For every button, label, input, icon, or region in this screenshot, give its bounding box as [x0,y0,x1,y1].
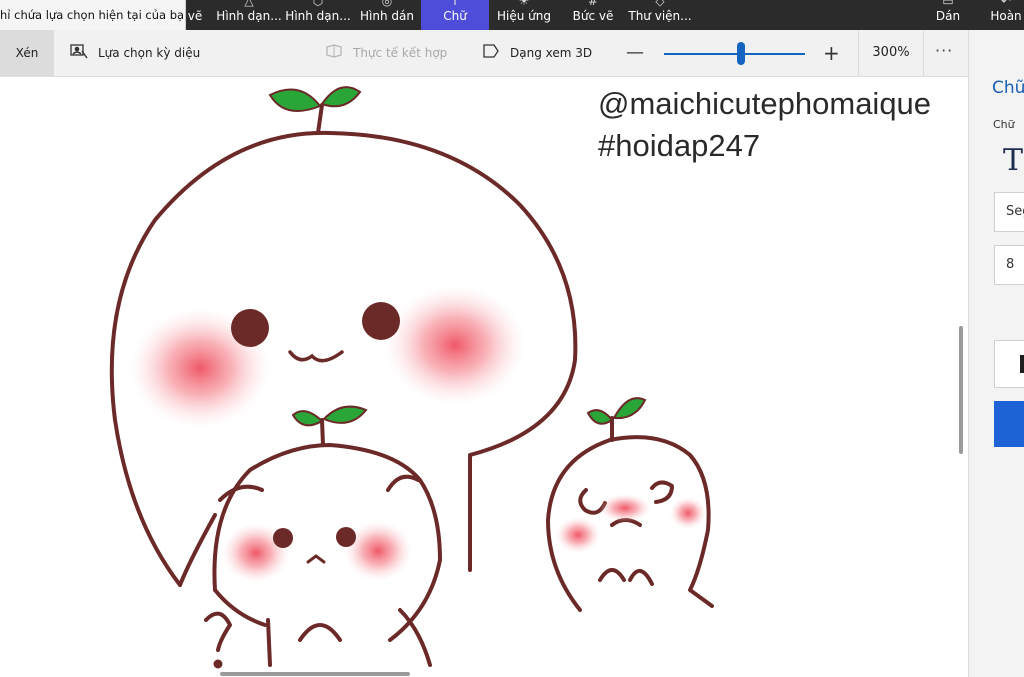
shape-2d-icon: △ [244,0,254,8]
tooltip: hỉ chứa lựa chọn hiện tại của bạn. [0,0,186,30]
menu-tab-label: Chữ [443,9,467,23]
font-family-dropdown[interactable]: Seg [994,192,1024,232]
undo-label: Hoàn [990,9,1022,23]
drawing-canvas[interactable]: @maichicutephomaique #hoidap247 [0,77,968,677]
menu-tab-label: Hình dạn... [285,9,351,23]
mixed-reality-label: Thực tế kết hợp [353,46,448,60]
watermark-username: @maichicutephomaique [598,86,932,121]
magic-select-icon [70,43,88,63]
panel-title: Chữ [992,78,1024,98]
menu-tab-label: Hiệu ứng [497,9,551,23]
zoom-out-button[interactable]: — [626,30,644,76]
menu-tab-label: Hình dán [360,9,414,23]
paste-label: Dán [935,9,961,23]
bold-button[interactable] [994,340,1024,388]
view-3d-button[interactable]: Dạng xem 3D [482,30,592,76]
vertical-scrollbar[interactable] [959,326,963,454]
panel-section-label: Chữ [993,118,1015,131]
sprout-big [268,86,362,113]
magic-select-button[interactable]: Lựa chọn kỳ diệu [70,30,200,76]
menu-tab-stickers[interactable]: ◎ Hình dán [355,0,419,30]
undo-icon: ↶ [1000,0,1012,8]
paste-icon: ▭ [942,0,954,8]
zoom-slider-thumb[interactable] [737,42,745,65]
crop-label: Xén [15,46,39,60]
canvas-icon: # [587,0,599,8]
cube-icon: ⬡ [312,0,324,8]
menu-tab-2d-shapes[interactable]: △ Hình dạn... [216,0,282,30]
bold-icon [1020,355,1024,373]
view-3d-label: Dạng xem 3D [510,46,593,60]
sprout-small [586,397,647,425]
menu-tab-label: vẽ [187,9,203,23]
sprout-middle [291,405,368,427]
view-3d-icon [482,43,500,63]
text-side-panel: Chữ Chữ T Seg 8 [968,30,1024,677]
menu-tab-canvas[interactable]: # Bức vẽ [562,0,624,30]
undo-button[interactable]: ↶ Hoàn [984,0,1024,30]
effects-icon: ☀ [518,0,530,8]
menu-tab-library[interactable]: ◇ Thư viện... [627,0,693,30]
menu-tab-label: Thư viện... [628,9,692,23]
horizontal-scrollbar[interactable] [220,672,410,676]
library-icon: ◇ [655,0,665,8]
font-size-input[interactable]: 8 [994,245,1024,285]
mixed-reality-icon [325,43,343,63]
zoom-in-button[interactable]: + [823,30,840,76]
more-options-button[interactable]: ··· [935,30,953,76]
text-color-swatch[interactable] [994,401,1024,447]
mixed-reality-button: Thực tế kết hợp [325,30,447,76]
sticker-icon: ◎ [381,0,393,8]
paste-button[interactable]: ▭ Dán [928,0,968,30]
zoom-percentage[interactable]: 300% [858,30,924,76]
menu-tab-text[interactable]: T Chữ [421,0,489,30]
zoom-slider[interactable] [664,53,805,55]
crop-button[interactable]: Xén [0,30,54,76]
text-icon: T [451,0,459,8]
menu-tab-label: Hình dạn... [216,9,282,23]
top-menu-bar: vẽ △ Hình dạn... ⬡ Hình dạn... ◎ Hình dá… [0,0,1024,30]
menu-tab-label: Bức vẽ [572,9,614,23]
canvas-artwork [109,86,714,669]
menu-tab-3d-shapes[interactable]: ⬡ Hình dạn... [285,0,351,30]
menu-tab-effects[interactable]: ☀ Hiệu ứng [492,0,556,30]
watermark-hashtag: #hoidap247 [598,128,761,163]
text-style-preview[interactable]: T [1003,143,1023,178]
magic-select-label: Lựa chọn kỳ diệu [98,46,201,60]
